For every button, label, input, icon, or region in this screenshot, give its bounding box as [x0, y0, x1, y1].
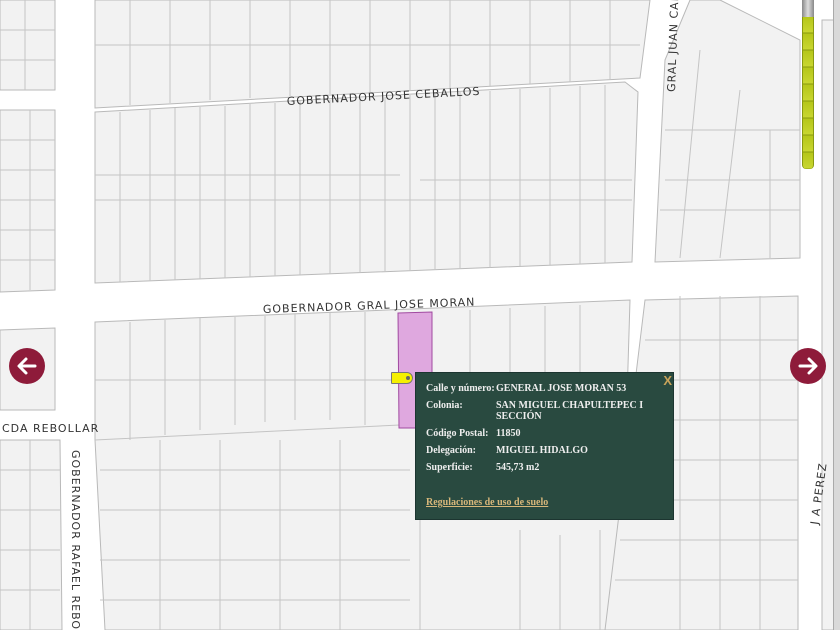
parcel-info-popup: X Calle y número: GENERAL JOSE MORAN 53 C…: [415, 372, 674, 520]
info-row: Calle y número: GENERAL JOSE MORAN 53: [426, 383, 666, 400]
info-value: 545,73 m2: [496, 462, 540, 473]
city-block: [94, 81, 639, 284]
info-value: SAN MIGUEL CHAPULTEPEC I SECCIÓN: [496, 400, 644, 422]
info-label: Calle y número:: [426, 383, 495, 394]
pan-left-button[interactable]: [9, 348, 45, 384]
info-row: Superficie: 545,73 m2: [426, 462, 666, 479]
info-value: 11850: [496, 428, 521, 439]
info-row: Código Postal: 11850: [426, 428, 666, 445]
arrow-left-icon: [17, 357, 37, 375]
city-block: [0, 439, 63, 630]
map-frame-border: [833, 0, 840, 630]
popup-pointer-tag: [391, 372, 413, 384]
arrow-right-icon: [798, 357, 818, 375]
info-label: Colonia:: [426, 400, 463, 411]
info-label: Delegación:: [426, 445, 476, 456]
map-canvas[interactable]: GOBERNADOR JOSE CEBALLOS GOBERNADOR GRAL…: [0, 0, 840, 630]
info-row: Delegación: MIGUEL HIDALGO: [426, 445, 666, 462]
info-label: Superficie:: [426, 462, 473, 473]
zoom-slider-track[interactable]: [802, 0, 814, 17]
street-label-rafael-rebol: GOBERNADOR RAFAEL REBOL: [69, 450, 82, 630]
land-use-regulations-link[interactable]: Regulaciones de uso de suelo: [426, 497, 548, 508]
street-label-rebollar: CDA REBOLLAR: [2, 422, 99, 435]
info-value: MIGUEL HIDALGO: [496, 445, 588, 456]
parcel-info-table: Calle y número: GENERAL JOSE MORAN 53 Col…: [426, 383, 666, 479]
city-block: [0, 0, 56, 91]
pan-right-button[interactable]: [790, 348, 826, 384]
city-block: [0, 109, 56, 293]
zoom-slider-level[interactable]: [802, 17, 814, 169]
zoom-slider[interactable]: [802, 0, 814, 172]
info-row: Colonia: SAN MIGUEL CHAPULTEPEC I SECCIÓN: [426, 400, 666, 428]
info-value: GENERAL JOSE MORAN 53: [496, 383, 627, 394]
info-label: Código Postal:: [426, 428, 489, 439]
